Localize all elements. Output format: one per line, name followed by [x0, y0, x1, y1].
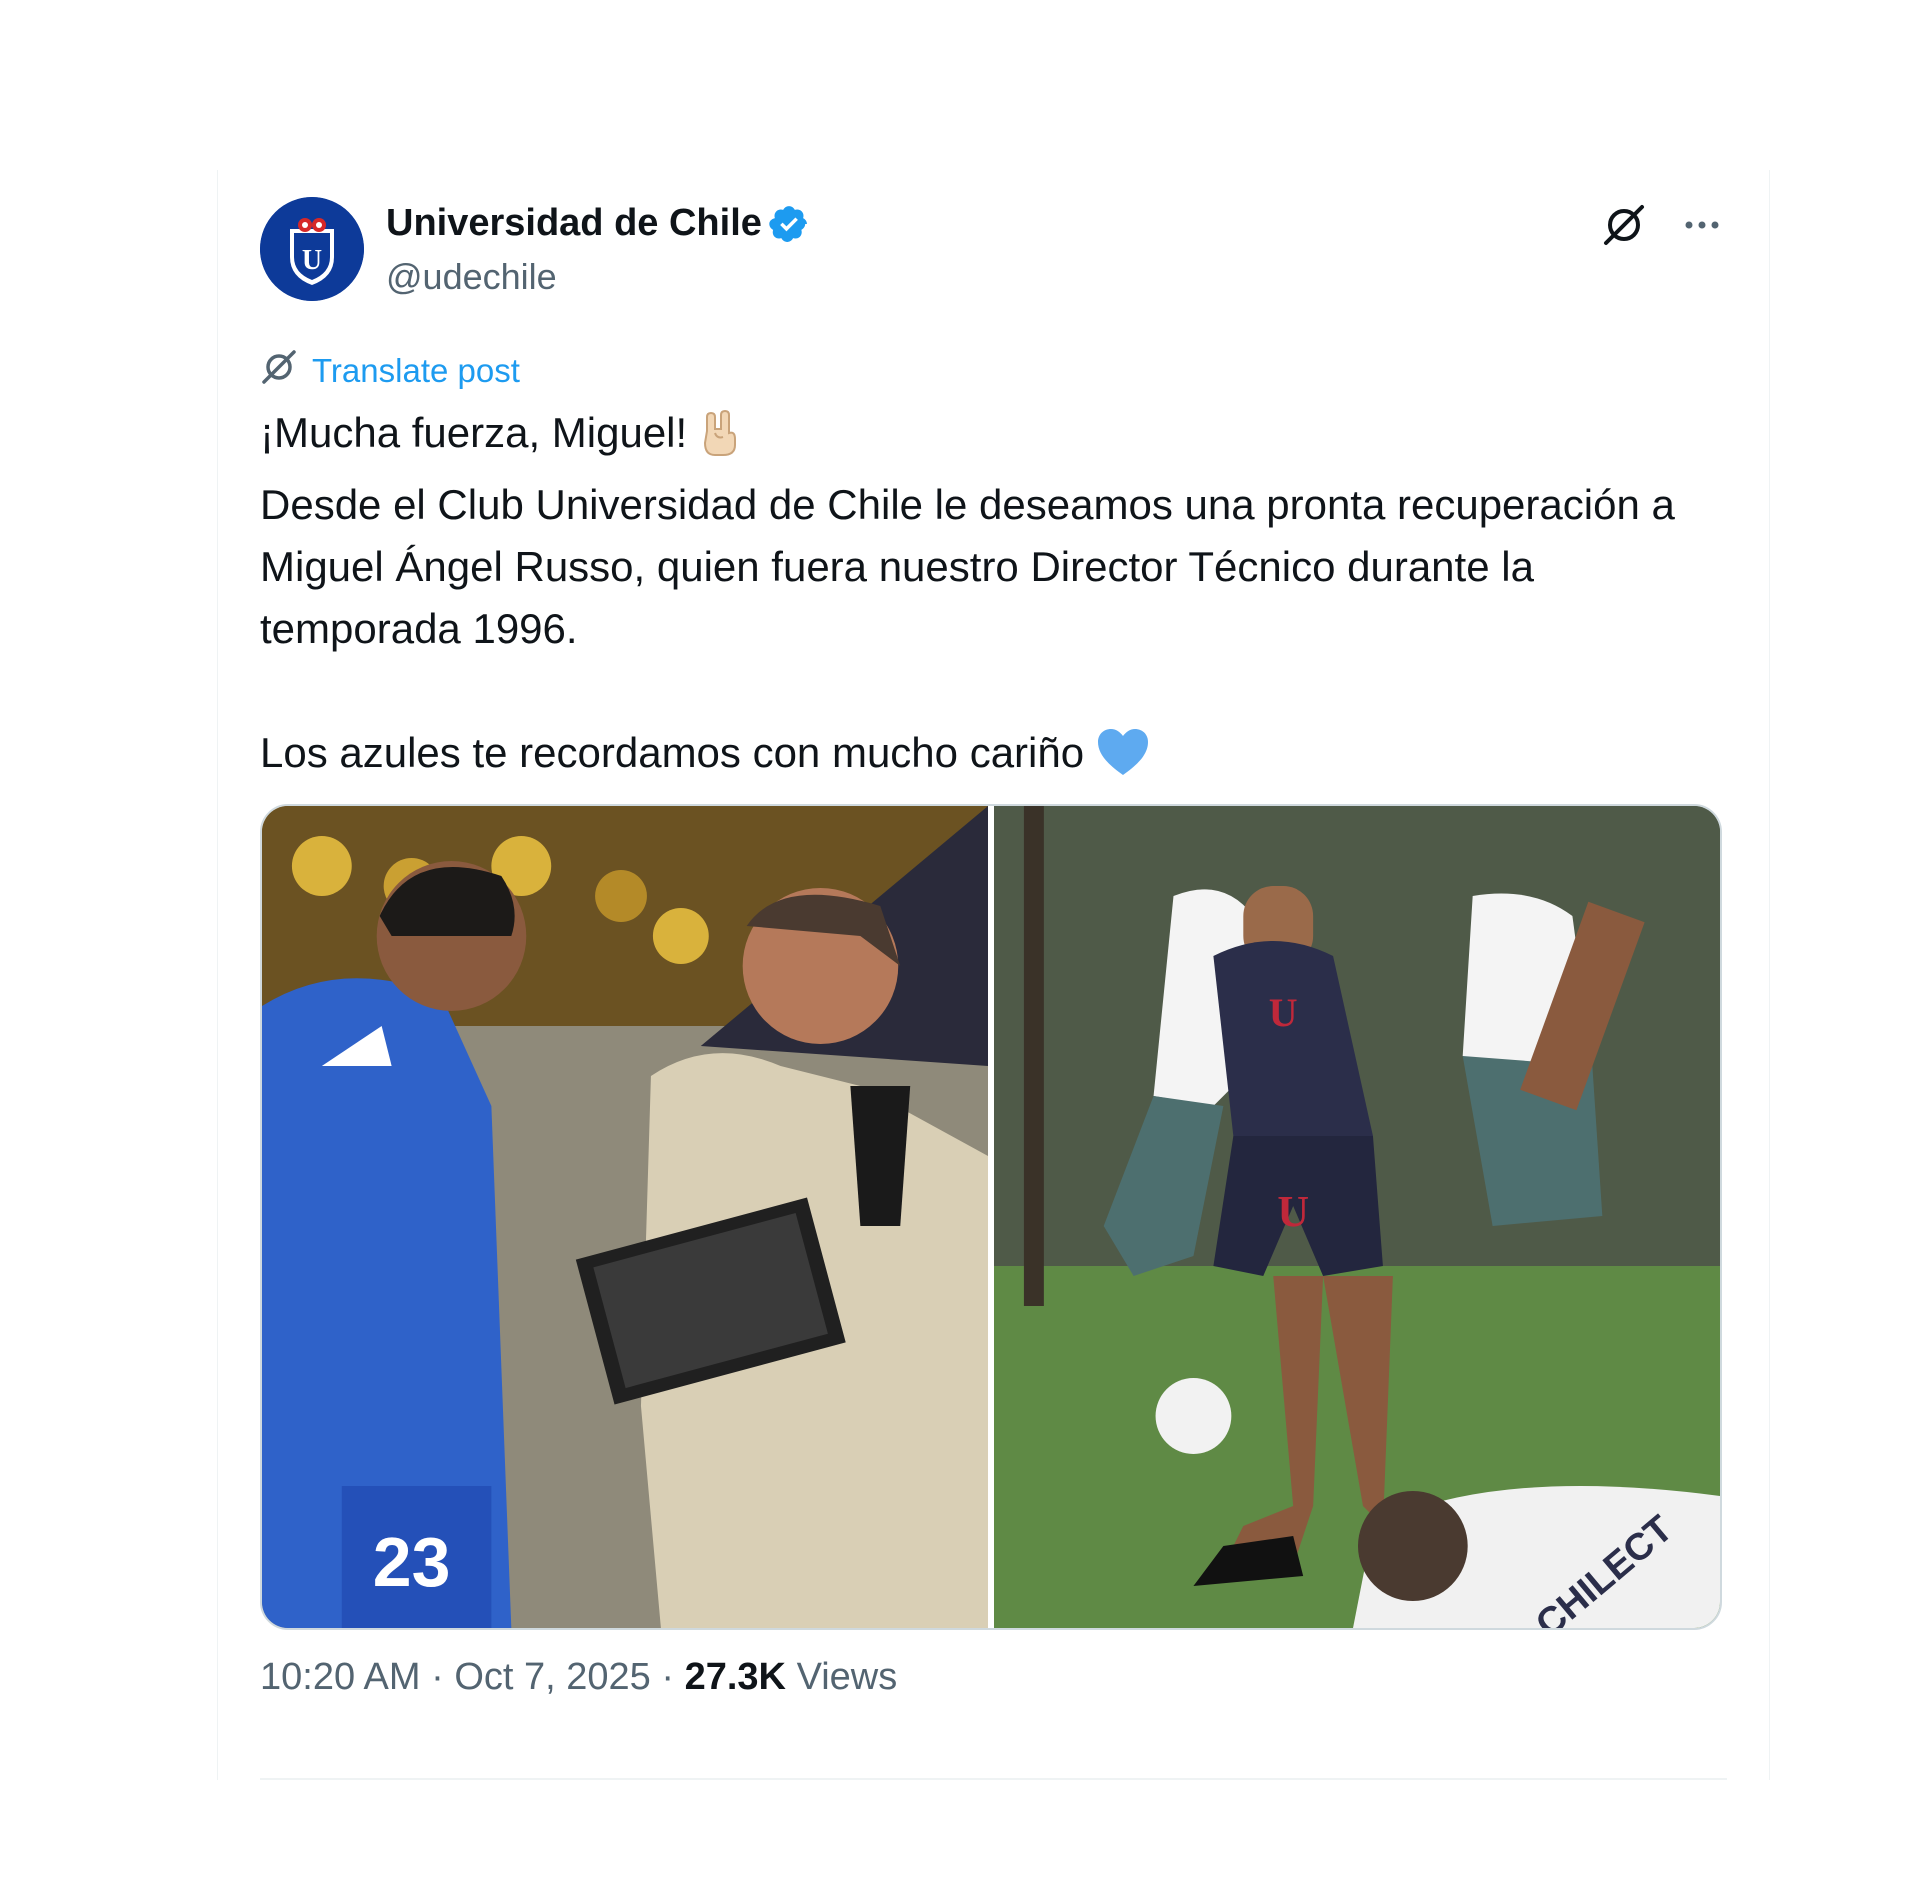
udechile-logo-icon: U — [260, 197, 364, 301]
avatar[interactable]: U — [260, 197, 364, 301]
svg-text:U: U — [1269, 990, 1298, 1035]
author-handle[interactable]: @udechile — [386, 256, 557, 298]
translate-icon — [260, 348, 298, 394]
views-label: Views — [796, 1656, 898, 1698]
tweet-card[interactable]: U Universidad de Chile @udechile Transla… — [217, 170, 1770, 1780]
grok-icon[interactable] — [1599, 200, 1649, 250]
more-options-icon[interactable] — [1677, 200, 1727, 250]
tweet-meta: 10:20 AM · Oct 7, 2025 · 27.3K Views — [260, 1656, 897, 1699]
photo-left-illustration: 23 — [262, 806, 988, 1628]
tweet-text-line-3: Los azules te recordamos con mucho cariñ… — [260, 722, 1740, 794]
author-name-row[interactable]: Universidad de Chile — [386, 202, 810, 245]
tweet-text: ¡Mucha fuerza, Miguel! Desde el Club Uni… — [260, 402, 1740, 794]
author-display-name[interactable]: Universidad de Chile — [386, 202, 762, 245]
svg-text:U: U — [1277, 1187, 1309, 1236]
tweet-text-spacer — [260, 660, 1740, 722]
svg-text:23: 23 — [373, 1523, 451, 1601]
photo-right-illustration: U U CHILECT — [994, 806, 1720, 1628]
tweet-text-line-1-text: ¡Mucha fuerza, Miguel! — [260, 409, 688, 456]
tweet-actions-top — [1599, 200, 1727, 250]
divider — [260, 1778, 1727, 1780]
views-count: 27.3K — [684, 1656, 786, 1698]
verified-badge-icon — [768, 203, 810, 245]
translate-label[interactable]: Translate post — [312, 352, 520, 390]
tweet-text-line-2: Desde el Club Universidad de Chile le de… — [260, 481, 1675, 652]
tweet-text-line-1: ¡Mucha fuerza, Miguel! — [260, 402, 1740, 474]
blue-heart-emoji — [1096, 727, 1150, 794]
rock-on-hand-emoji — [699, 409, 741, 474]
tweet-time[interactable]: 10:20 AM — [260, 1656, 421, 1698]
translate-post-link[interactable]: Translate post — [260, 348, 520, 394]
tweet-text-line-3-text: Los azules te recordamos con mucho cariñ… — [260, 729, 1085, 776]
tweet-date[interactable]: Oct 7, 2025 — [454, 1656, 650, 1698]
meta-separator-2: · — [661, 1656, 675, 1698]
photo-handshake-plaque[interactable]: 23 — [262, 806, 988, 1628]
svg-text:U: U — [302, 245, 322, 276]
photo-training-1996[interactable]: U U CHILECT — [994, 806, 1720, 1628]
tweet-media-grid[interactable]: 23 U U CHILECT — [260, 804, 1722, 1630]
meta-separator-1: · — [431, 1656, 444, 1698]
